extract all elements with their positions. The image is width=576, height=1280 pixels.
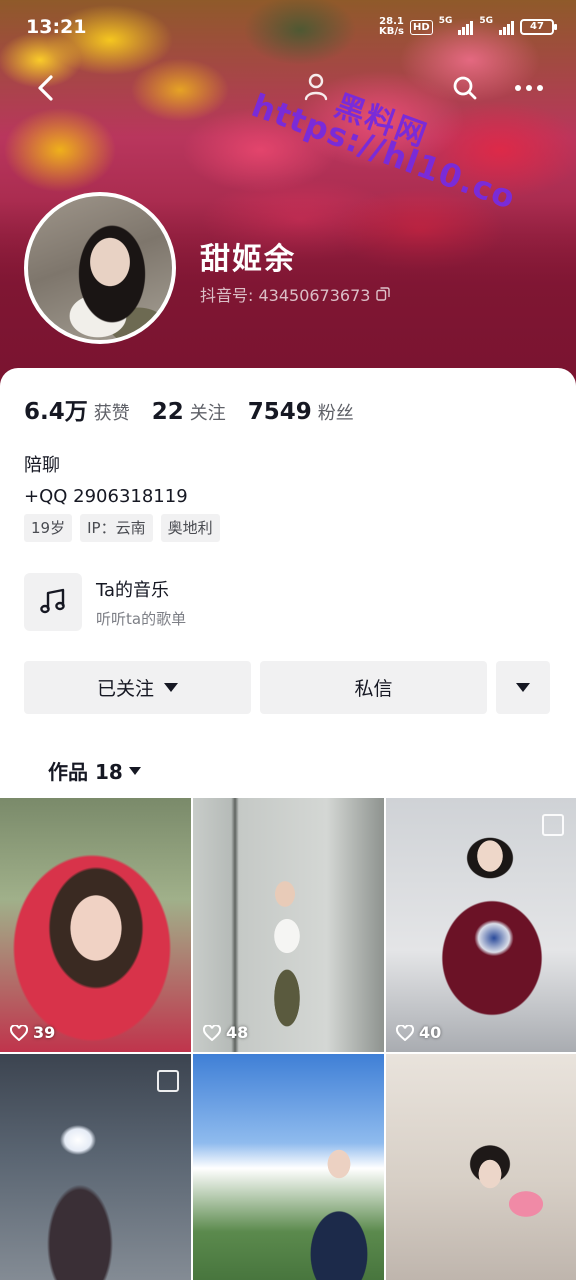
bio-line-2: +QQ 2906318119 [24, 486, 188, 507]
search-button[interactable] [447, 70, 483, 106]
following-button[interactable]: 已关注 [24, 661, 251, 714]
video-likes: 39 [10, 1023, 55, 1042]
battery-icon: 47 [520, 19, 557, 35]
dropdown-triangle-icon [164, 683, 178, 692]
back-arrow-icon [38, 75, 53, 101]
music-text: Ta的音乐 听听ta的歌单 [96, 576, 186, 629]
heart-icon [10, 1024, 28, 1041]
signal-icon [458, 19, 474, 35]
video-likes: 40 [396, 1023, 441, 1042]
video-thumbnail[interactable] [386, 1054, 576, 1280]
stat-followers[interactable]: 7549 粉丝 [248, 399, 354, 425]
profile-panel: 6.4万 获赞 22 关注 7549 粉丝 陪聊 +QQ 2906318119 … [0, 368, 576, 1280]
search-icon [453, 76, 477, 100]
sim2-network-label: 5G [479, 16, 493, 26]
stat-following-count: 22 [151, 399, 184, 425]
following-button-label: 已关注 [96, 678, 154, 700]
profile-stats: 6.4万 获赞 22 关注 7549 粉丝 [24, 392, 354, 426]
more-options-button[interactable] [506, 70, 552, 106]
video-likes-count: 40 [419, 1023, 442, 1042]
heart-icon [203, 1024, 221, 1041]
profile-name: 甜姬余 [200, 242, 296, 277]
status-bar: 13:21 28.1 KB/s HD 5G 5G 47 [0, 0, 576, 56]
stat-likes[interactable]: 6.4万 获赞 [24, 392, 130, 426]
friend-icon[interactable] [304, 72, 338, 102]
heart-icon [396, 1024, 414, 1041]
tag-region: 奥地利 [160, 514, 220, 542]
recommend-dropdown-button[interactable] [496, 661, 550, 714]
copy-icon[interactable] [376, 287, 391, 301]
stat-likes-label: 获赞 [93, 403, 130, 424]
douyin-id-text: 抖音号: 43450673673 [200, 286, 371, 305]
avatar[interactable] [24, 192, 176, 344]
profile-tags: 19岁 IP：云南 奥地利 [24, 514, 220, 542]
tab-works-label: 作品 18 [48, 760, 123, 784]
stat-likes-count: 6.4万 [24, 399, 88, 425]
music-icon-box [24, 573, 82, 631]
message-button-label: 私信 [354, 678, 393, 700]
dropdown-triangle-icon [128, 766, 141, 775]
tab-works[interactable]: 作品 18 [48, 756, 141, 785]
status-indicators: 28.1 KB/s HD 5G 5G 47 [379, 16, 557, 37]
bio-line-1: 陪聊 [24, 455, 60, 476]
tag-age: 19岁 [24, 514, 73, 542]
multi-image-icon [542, 814, 564, 836]
douyin-id[interactable]: 抖音号: 43450673673 [200, 282, 391, 306]
stat-followers-label: 粉丝 [317, 403, 354, 424]
stat-following-label: 关注 [189, 403, 226, 424]
message-button[interactable]: 私信 [260, 661, 487, 714]
dropdown-triangle-icon [516, 683, 530, 692]
video-thumbnail[interactable]: 39 [0, 798, 191, 1052]
video-likes: 48 [203, 1023, 248, 1042]
sim1-network-label: 5G [438, 16, 453, 26]
video-thumbnail[interactable]: 48 [193, 798, 384, 1052]
person-icon [304, 73, 328, 101]
music-subtitle: 听听ta的歌单 [96, 609, 187, 628]
back-button[interactable] [28, 70, 64, 106]
multi-image-icon [157, 1070, 179, 1092]
status-time: 13:21 [26, 16, 87, 38]
video-thumbnail[interactable] [193, 1054, 384, 1280]
video-likes-count: 39 [33, 1023, 56, 1042]
video-thumbnail[interactable]: 40 [386, 798, 576, 1052]
video-thumbnail[interactable] [0, 1054, 191, 1280]
video-likes-count: 48 [226, 1023, 249, 1042]
signal-icon-2 [499, 19, 514, 35]
profile-actions: 已关注 私信 [24, 661, 550, 714]
music-title: Ta的音乐 [96, 579, 170, 601]
music-card[interactable]: Ta的音乐 听听ta的歌单 [24, 572, 324, 632]
stat-followers-count: 7549 [247, 399, 312, 425]
profile-bio: 陪聊 +QQ 2906318119 [24, 450, 188, 512]
video-grid: 39 48 40 [0, 798, 576, 1280]
more-dots-icon [515, 85, 543, 91]
network-speed-unit: KB/s [379, 26, 405, 37]
stat-following[interactable]: 22 关注 [152, 399, 226, 425]
network-speed: 28.1 KB/s [379, 17, 404, 37]
music-note-icon [40, 588, 65, 614]
hd-icon: HD [410, 19, 433, 35]
tag-ip-location: IP：云南 [80, 514, 153, 542]
